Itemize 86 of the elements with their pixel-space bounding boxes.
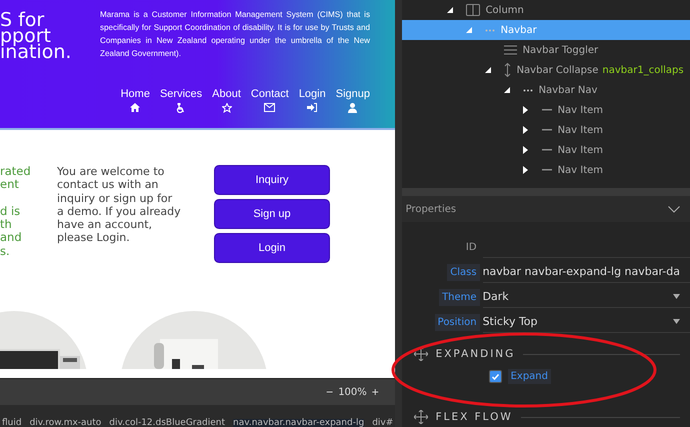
paragraph-text: rated (0, 165, 32, 178)
tree-item[interactable]: Navbar Toggler (402, 40, 690, 60)
tree-item-label: Nav Item (558, 124, 604, 136)
tree-item[interactable]: Nav Item (402, 120, 690, 140)
tree-item[interactable]: Navbar Nav (402, 80, 690, 100)
nav-link[interactable]: Signup (336, 88, 370, 113)
property-label: ID (464, 240, 478, 254)
move-icon[interactable] (414, 410, 428, 424)
tree-item-label: Nav Item (558, 164, 604, 176)
wheelchair-icon (176, 103, 186, 113)
tree-item[interactable]: Column (402, 0, 690, 20)
breadcrumb-item[interactable]: nav.navbar.navbar-expand-lg (233, 419, 364, 427)
sign-in-icon (307, 103, 318, 112)
check-icon (492, 374, 499, 380)
nav-link[interactable]: Login (298, 88, 326, 113)
hero-heading: pport (0, 28, 52, 44)
tree-item-label: Navbar (500, 24, 537, 36)
star-icon (222, 103, 232, 113)
nav-link[interactable]: About (212, 88, 241, 113)
checkbox-label: Expand (508, 369, 551, 384)
tree-item[interactable]: Nav Item (402, 100, 690, 120)
property-label: Class (447, 264, 480, 280)
breadcrumb-item[interactable]: div# (372, 419, 394, 427)
hero-heading: ination. (0, 44, 72, 60)
tree-item-label: Nav Item (558, 104, 604, 116)
expanded-triangle-icon[interactable] (484, 67, 491, 73)
home-icon (130, 103, 140, 112)
property-label: Theme (439, 288, 480, 306)
dropdown-arrow-icon (673, 294, 680, 299)
breadcrumb-item[interactable]: div.row.mx-auto (30, 419, 102, 427)
section-title: FLEX FLOW (436, 411, 513, 423)
collapsed-triangle-icon[interactable] (522, 106, 528, 114)
tree-item[interactable]: Nav Item (402, 160, 690, 180)
tree-item[interactable]: Navbar Collapse navbar1_collaps (402, 60, 690, 80)
expanded-triangle-icon[interactable] (504, 87, 510, 93)
user-icon (348, 103, 358, 113)
chevron-down-icon[interactable] (668, 206, 680, 212)
dash-icon (542, 149, 552, 151)
collapsed-triangle-icon[interactable] (522, 166, 528, 174)
checkbox[interactable] (488, 370, 502, 383)
paragraph-text: d is (0, 204, 22, 218)
dots-icon (484, 28, 495, 32)
expanded-triangle-icon[interactable] (446, 7, 453, 13)
dots-icon (522, 88, 533, 92)
zoom-level: 100% (338, 386, 367, 398)
action-button[interactable]: Inquiry (214, 165, 330, 195)
action-button[interactable]: Login (214, 233, 330, 263)
breadcrumb-item[interactable]: div.col-12.dsBlueGradient (109, 419, 226, 427)
panel-title: Properties (406, 204, 456, 214)
action-button[interactable]: Sign up (214, 199, 330, 229)
nav-link[interactable]: Contact (250, 88, 289, 113)
tree-item-label: Column (486, 4, 524, 16)
paragraph-text: s. (0, 244, 11, 258)
dash-icon (542, 109, 552, 111)
property-select[interactable]: Dark (482, 286, 690, 308)
property-select[interactable]: Sticky Top (482, 311, 690, 333)
dash-icon (542, 129, 552, 131)
property-label: Position (434, 314, 480, 330)
zoom-in-button[interactable]: + (372, 385, 379, 399)
welcome-text: You are welcome to contact us with an inquiry or sign up for a demo. If you already have an account, please Login. (57, 165, 182, 246)
description-text: Marama is a Customer Information Management System (CIMS) that is specifically for Support Coordination of disability. It is for use by Trusts and Companies in New Zealand operating under the umbrella of the New Zealand Government). (100, 9, 370, 60)
tree-item-label: Nav Item (558, 144, 604, 156)
dropdown-arrow-icon (673, 319, 680, 324)
move-icon[interactable] (414, 347, 428, 361)
vertical-arrows-icon (504, 63, 511, 77)
dash-icon (542, 169, 552, 171)
breadcrumb-item[interactable]: fluid (2, 419, 22, 427)
collapsed-triangle-icon[interactable] (522, 126, 528, 134)
nav-link[interactable]: Home (120, 88, 150, 113)
paragraph-text: ent (0, 178, 20, 192)
property-input[interactable]: navbar navbar-expand-lg navbar-da (482, 261, 690, 283)
tree-item-label: Navbar Toggler (522, 44, 598, 56)
nav-link[interactable]: Services (160, 88, 202, 113)
envelope-icon (264, 103, 276, 112)
paragraph-text: and (0, 231, 23, 245)
collapsed-triangle-icon[interactable] (522, 146, 528, 154)
menu-icon (504, 45, 517, 55)
tree-item[interactable]: Nav Item (402, 140, 690, 160)
tree-item-label: Navbar Collapse (516, 64, 598, 76)
tree-item-label: Navbar Nav (538, 84, 598, 96)
element-id: navbar1_collaps (602, 64, 684, 76)
section-title: EXPANDING (436, 348, 516, 360)
paragraph-text: th (0, 218, 13, 232)
hero-heading: S for (0, 12, 44, 28)
columns-icon (466, 4, 480, 16)
zoom-out-button[interactable]: − (326, 385, 334, 399)
